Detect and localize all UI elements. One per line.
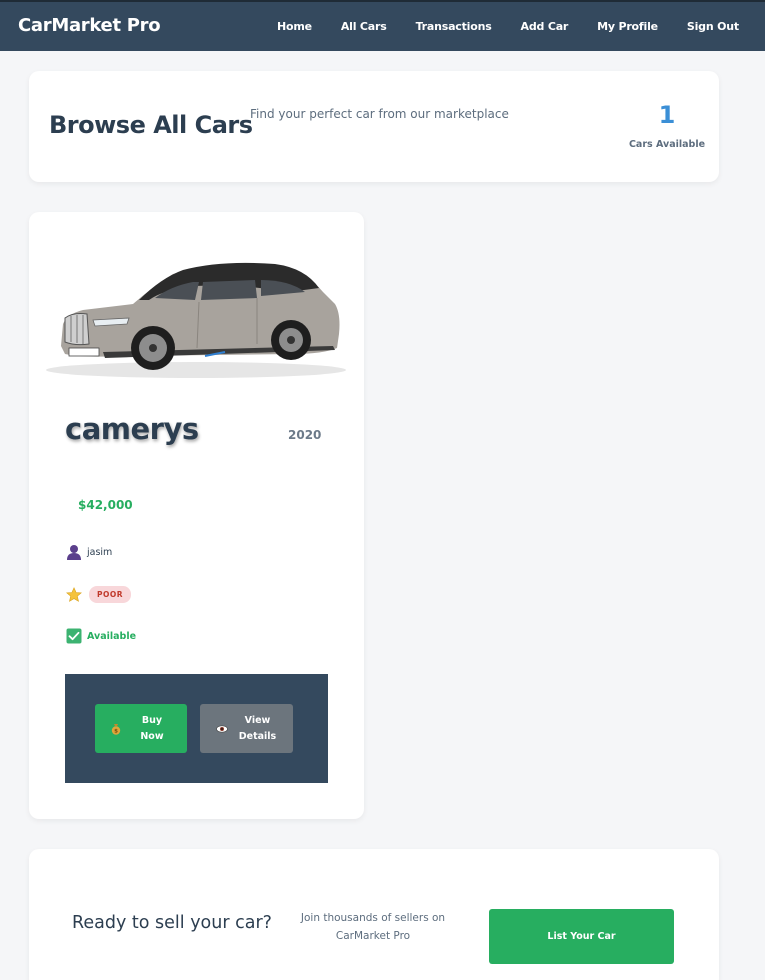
eye-icon	[215, 724, 228, 733]
buy-now-label: Buy Now	[140, 714, 164, 742]
nav-links: Home All Cars Transactions Add Car My Pr…	[260, 2, 739, 51]
availability-status: Available	[87, 630, 137, 642]
seller-name: jasim	[87, 546, 113, 558]
cars-available-count: 1	[658, 101, 676, 129]
car-card: camerys 2020 $42,000 jasim POOR Availabl…	[29, 212, 364, 819]
nav-link-add-car[interactable]: Add Car	[521, 20, 569, 33]
action-panel: $ Buy Now View Details	[65, 674, 328, 783]
nav-link-home[interactable]: Home	[277, 20, 312, 33]
car-year: 2020	[288, 428, 322, 442]
status-row: Available	[66, 628, 136, 644]
money-bag-icon: $	[111, 723, 121, 735]
page-subtitle: Find your perfect car from our marketpla…	[250, 107, 509, 121]
svg-text:$: $	[114, 728, 118, 734]
nav-link-all-cars[interactable]: All Cars	[341, 20, 387, 33]
condition-row: POOR	[66, 586, 132, 603]
condition-badge: POOR	[89, 586, 132, 603]
sell-cta-card: Ready to sell your car? Join thousands o…	[29, 849, 719, 980]
cars-available-label: Cars Available	[628, 139, 706, 150]
view-details-button[interactable]: View Details	[200, 704, 293, 753]
navbar: CarMarket Pro Home All Cars Transactions…	[0, 0, 765, 51]
header-card: Browse All Cars Find your perfect car fr…	[29, 71, 719, 182]
list-your-car-button[interactable]: List Your Car	[489, 909, 674, 964]
user-icon	[67, 545, 81, 560]
nav-link-my-profile[interactable]: My Profile	[597, 20, 658, 33]
star-icon	[66, 586, 82, 602]
car-price: $42,000	[78, 498, 133, 512]
car-photo	[46, 262, 346, 378]
buy-now-button[interactable]: $ Buy Now	[95, 704, 187, 753]
page-title: Browse All Cars	[49, 111, 253, 139]
car-name: camerys	[65, 412, 199, 446]
nav-link-sign-out[interactable]: Sign Out	[687, 20, 739, 33]
cta-title: Ready to sell your car?	[72, 913, 272, 933]
checkmark-icon	[66, 628, 82, 644]
brand-logo[interactable]: CarMarket Pro	[18, 15, 161, 36]
cta-text: Join thousands of sellers on CarMarket P…	[300, 912, 446, 942]
view-details-label: View Details	[238, 714, 277, 742]
seller-row: jasim	[66, 544, 112, 560]
nav-link-transactions[interactable]: Transactions	[416, 20, 492, 33]
